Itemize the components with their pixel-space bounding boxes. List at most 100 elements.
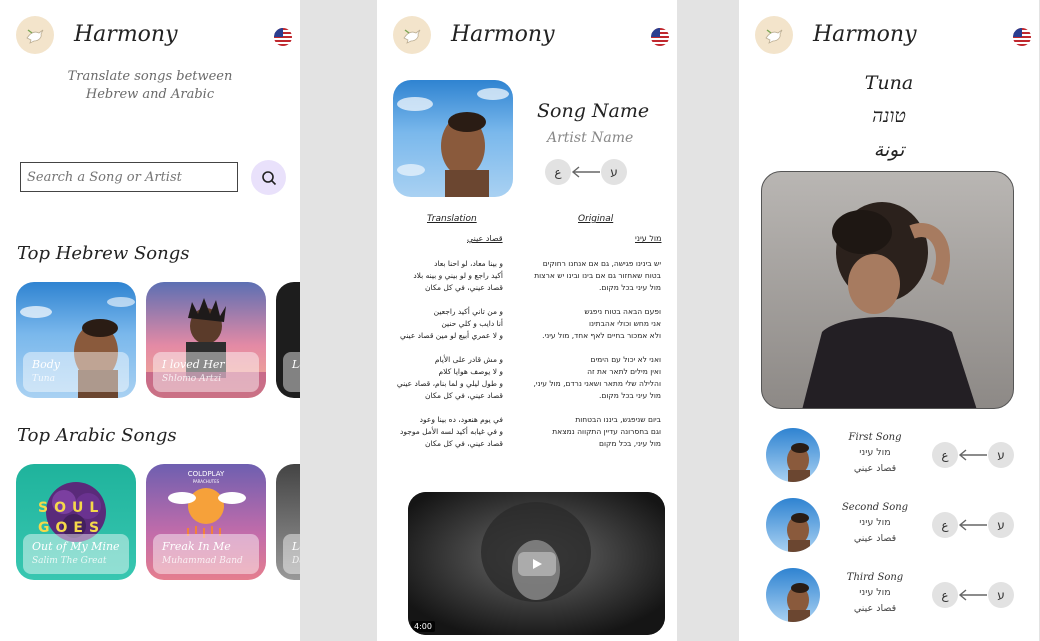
song-card-caption: Freak In Me Muhammad Band xyxy=(153,534,259,574)
original-label: Original xyxy=(578,214,614,224)
song-name: Song Name xyxy=(537,100,650,122)
target-language-button[interactable]: ع xyxy=(932,442,958,468)
source-language-button[interactable]: ע xyxy=(988,442,1014,468)
original-lyrics: יש בינינו פגישה, גם אם אנחנו רחוקים בטוח… xyxy=(521,258,661,462)
song-title-hebrew: מול עיני xyxy=(859,517,891,528)
arrow-left-icon xyxy=(958,519,988,531)
song-card[interactable]: Lo Da xyxy=(276,464,300,580)
song-row-text: Second Song מול עיני قصاد عيني xyxy=(835,500,915,547)
source-language-button[interactable]: ע xyxy=(988,512,1014,538)
song-card-title: Out of My Mine xyxy=(32,540,120,553)
album-art xyxy=(393,80,513,197)
song-card[interactable]: Body Tuna xyxy=(16,282,136,398)
lyric-stanza: יש בינינו פגישה, גם אם אנחנו רחוקים בטוח… xyxy=(521,258,661,294)
song-card-artist: Salim The Great xyxy=(32,556,107,566)
song-card[interactable]: Lo xyxy=(276,282,300,398)
song-row[interactable]: First Song מול עיני قصاد عيني ع ע xyxy=(739,426,1039,486)
lyric-line: في يوم هنعود، ده بينا وعود xyxy=(419,415,503,424)
lyric-line: ביום שניפגש, ביננו הבטחות xyxy=(575,415,661,424)
song-title-arabic: قصاد عيني xyxy=(853,533,897,544)
lyric-line: וגם בחסרונה עדיין התקווה נמצאת xyxy=(552,427,661,436)
arabic-songs-carousel[interactable]: SOUL GOES Out of My Mine Salim The Great… xyxy=(16,464,300,580)
tagline: Translate songs between Hebrew and Arabi… xyxy=(0,68,300,104)
lyric-line: מול עיני בכל מקום. xyxy=(599,391,661,400)
translation-label: Translation xyxy=(427,214,477,224)
song-title-arabic: قصاد عيني xyxy=(853,463,897,474)
song-thumbnail xyxy=(766,568,820,622)
lyric-line: מול עיני בכל מקום. xyxy=(599,283,661,292)
video-player[interactable]: 4:00 xyxy=(408,492,665,635)
language-toggle[interactable]: ع ע xyxy=(932,512,1014,538)
lyric-stanza: و بينا معاد، لو احنا بعاد أكيد راجع و لو… xyxy=(377,258,503,294)
source-language-button[interactable]: ע xyxy=(988,582,1014,608)
target-language-button[interactable]: ع xyxy=(545,159,571,185)
song-card-artist: Da xyxy=(292,556,300,566)
target-language-button[interactable]: ع xyxy=(932,512,958,538)
lyric-stanza: و من تاني أكيد راجعين أنا دايب و كلي حني… xyxy=(377,306,503,342)
lyric-stanza: ואני לא יכול עם הימים ואין מילים לתאר את… xyxy=(521,354,661,402)
lyric-line: ופעם הבאה בטוח ניפגש xyxy=(584,307,661,316)
dove-logo-icon[interactable] xyxy=(16,16,54,54)
lyric-line: قصاد عيني، في كل مكان xyxy=(425,283,503,292)
dove-logo-icon[interactable] xyxy=(755,16,793,54)
play-button[interactable] xyxy=(518,552,556,576)
song-title-arabic: قصاد عيني xyxy=(853,603,897,614)
us-flag-icon[interactable] xyxy=(651,28,669,46)
song-card[interactable]: SOUL GOES Out of My Mine Salim The Great xyxy=(16,464,136,580)
song-card-title: I loved Her xyxy=(162,358,225,371)
lyric-line: و لا عمري أبيع لو مين قصاد عيني xyxy=(400,331,503,340)
song-row[interactable]: Third Song מול עיני قصاد عيني ع ע xyxy=(739,566,1039,626)
lyric-line: و في غيابه أكيد لسه الأمل موجود xyxy=(400,427,503,436)
lyric-line: ואין מילים לתאר את זה xyxy=(587,367,661,376)
app-title: Harmony xyxy=(451,22,555,47)
lyric-line: בטוח שאחזור גם אם בינו ובינו יש ארצות xyxy=(534,271,661,280)
home-screen: Harmony Translate songs between Hebrew a… xyxy=(0,0,300,641)
artist-name: Artist Name xyxy=(547,130,634,146)
artist-photo xyxy=(761,171,1014,409)
translation-lyrics: و بينا معاد، لو احنا بعاد أكيد راجع و لو… xyxy=(377,258,503,462)
artist-name-english: Tuna xyxy=(864,72,914,94)
song-card[interactable]: COLDPLAY PARACHUTES Freak In Me Muhammad… xyxy=(146,464,266,580)
lyric-line: و من تاني أكيد راجعين xyxy=(433,307,503,316)
video-duration: 4:00 xyxy=(411,621,435,632)
search-button[interactable] xyxy=(251,160,286,195)
song-row[interactable]: Second Song מול עיני قصاد عيني ع ע xyxy=(739,496,1039,556)
song-card[interactable]: I loved Her Shlomo Artzi xyxy=(146,282,266,398)
language-toggle[interactable]: ع ע xyxy=(932,442,1014,468)
us-flag-icon[interactable] xyxy=(1013,28,1031,46)
song-screen: Harmony Song Name Artist Name ع ע Transl… xyxy=(377,0,677,641)
song-card-title: Lo xyxy=(292,358,300,371)
us-flag-icon[interactable] xyxy=(274,28,292,46)
song-title-english: Third Song xyxy=(846,572,904,583)
arabic-section-title: Top Arabic Songs xyxy=(17,425,177,446)
hebrew-section-title: Top Hebrew Songs xyxy=(17,243,190,264)
search-input[interactable] xyxy=(20,162,238,192)
song-card-title: Body xyxy=(32,358,60,371)
song-card-artist: Tuna xyxy=(32,374,55,384)
song-title-english: First Song xyxy=(848,432,902,443)
song-card-caption: Lo xyxy=(283,352,300,392)
translation-title: قصاد عيني xyxy=(467,234,503,243)
lyric-line: قصاد عيني، في كل مكان xyxy=(425,439,503,448)
lyric-line: והלילה שלי מתאר ושאני נרדם, מול עיני, xyxy=(533,379,661,388)
language-toggle[interactable]: ع ע xyxy=(932,582,1014,608)
song-card-artist: Shlomo Artzi xyxy=(162,374,222,384)
lyric-line: מול עיני, בכל מקום xyxy=(599,439,661,448)
lyric-line: أكيد راجع و لو بيني و بينه بلاد xyxy=(413,271,503,280)
album-art-text: SOUL xyxy=(38,500,105,516)
song-thumbnail xyxy=(766,498,820,552)
hebrew-songs-carousel[interactable]: Body Tuna I loved Her Shlomo Artzi Lo xyxy=(16,282,300,398)
tagline-line-2: Hebrew and Arabic xyxy=(85,87,215,102)
target-language-button[interactable]: ع xyxy=(932,582,958,608)
lyric-line: و لا يوصف هوايا كلام xyxy=(438,367,503,376)
lyric-line: ואני לא יכול עם הימים xyxy=(590,355,662,364)
source-language-button[interactable]: ע xyxy=(601,159,627,185)
arrow-left-icon xyxy=(958,449,988,461)
dove-logo-icon[interactable] xyxy=(393,16,431,54)
lyric-line: ולא אמכור בחיים לאף אחד, מול עיני. xyxy=(542,331,661,340)
language-toggle[interactable]: ع ע xyxy=(545,159,627,185)
tagline-line-1: Translate songs between xyxy=(67,69,233,84)
song-card-caption: Out of My Mine Salim The Great xyxy=(23,534,129,574)
lyric-line: و طول ليلي و لما بنام، قصاد عيني xyxy=(396,379,503,388)
arrow-left-icon xyxy=(958,589,988,601)
